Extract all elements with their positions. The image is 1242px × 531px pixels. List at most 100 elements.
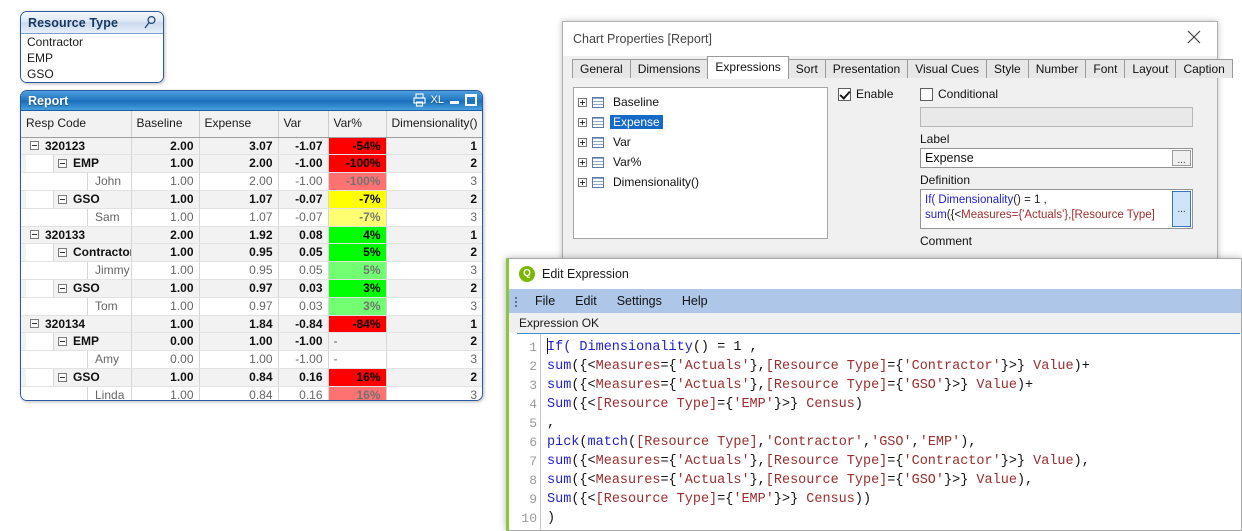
- table-row[interactable]: GSO 1.00 0.84 0.16 16% 2: [21, 368, 482, 387]
- cell-expense[interactable]: 0.97: [199, 279, 279, 298]
- table-row[interactable]: GSO 1.00 0.97 0.03 3% 2: [21, 279, 482, 298]
- tab-expressions[interactable]: Expressions: [707, 56, 789, 79]
- cell-var[interactable]: -0.84: [278, 315, 329, 333]
- cell-resp-code[interactable]: EMP: [21, 332, 132, 351]
- cell-dimensionality[interactable]: 2: [386, 332, 482, 351]
- table-row[interactable]: GSO 1.00 1.07 -0.07 -7% 2: [21, 190, 482, 209]
- col-expense[interactable]: Expense: [199, 111, 279, 138]
- tab-general[interactable]: General: [572, 59, 631, 78]
- print-icon[interactable]: [412, 93, 426, 107]
- cell-dimensionality[interactable]: 3: [386, 172, 482, 191]
- cell-expense[interactable]: 1.07: [199, 208, 279, 227]
- cell-resp-code[interactable]: GSO: [21, 368, 132, 387]
- collapse-icon[interactable]: [58, 336, 67, 346]
- cell-var-pct[interactable]: -100%: [328, 154, 387, 173]
- menu-help[interactable]: Help: [672, 289, 718, 313]
- expression-tree-item[interactable]: Baseline: [578, 92, 825, 112]
- cell-resp-code[interactable]: 320133: [21, 226, 132, 244]
- cell-resp-code[interactable]: Linda: [21, 386, 132, 400]
- chart-properties-dialog[interactable]: Chart Properties [Report] General Dimensi…: [562, 21, 1233, 267]
- cell-var-pct[interactable]: 16%: [328, 368, 387, 387]
- cell-var-pct[interactable]: 4%: [328, 226, 387, 244]
- table-row[interactable]: 320134 1.00 1.84 -0.84 -84% 1: [21, 315, 482, 333]
- maximize-icon[interactable]: [465, 94, 477, 106]
- cell-expense[interactable]: 0.95: [199, 243, 279, 262]
- expression-tree-item[interactable]: Dimensionality(): [578, 172, 825, 192]
- collapse-icon[interactable]: [30, 230, 39, 239]
- definition-ellipsis-button[interactable]: ...: [1172, 191, 1191, 227]
- cell-var-pct[interactable]: -84%: [328, 315, 387, 333]
- resource-type-listbox[interactable]: Resource Type Contractor EMP GSO: [20, 11, 164, 83]
- tab-visual-cues[interactable]: Visual Cues: [907, 59, 988, 78]
- cell-expense[interactable]: 0.97: [199, 297, 279, 316]
- cell-expense[interactable]: 0.84: [199, 368, 279, 387]
- cell-dimensionality[interactable]: 3: [386, 261, 482, 280]
- cell-baseline[interactable]: 1.00: [131, 279, 200, 298]
- col-baseline[interactable]: Baseline: [131, 111, 200, 138]
- cell-dimensionality[interactable]: 3: [386, 350, 482, 369]
- expression-tree-item[interactable]: Var%: [578, 152, 825, 172]
- cell-resp-code[interactable]: GSO: [21, 190, 132, 209]
- cell-expense[interactable]: 1.92: [199, 226, 279, 244]
- cell-dimensionality[interactable]: 3: [386, 297, 482, 316]
- conditional-input[interactable]: [920, 107, 1193, 127]
- expand-icon[interactable]: [578, 177, 587, 187]
- cell-dimensionality[interactable]: 2: [386, 243, 482, 262]
- tab-dimensions[interactable]: Dimensions: [629, 59, 709, 78]
- cell-resp-code[interactable]: Sam: [21, 208, 132, 227]
- cell-var[interactable]: -1.00: [278, 350, 329, 369]
- conditional-checkbox-wrap[interactable]: Conditional: [920, 87, 998, 101]
- table-row[interactable]: Jimmy 1.00 0.95 0.05 5% 3: [21, 261, 482, 280]
- expand-icon[interactable]: [578, 97, 587, 107]
- expressions-tree[interactable]: Baseline Expense Var Var% Dimensionality(): [573, 87, 828, 239]
- menu-edit[interactable]: Edit: [565, 289, 607, 313]
- cell-dimensionality[interactable]: 2: [386, 154, 482, 173]
- expression-tree-item[interactable]: Var: [578, 132, 825, 152]
- code-area[interactable]: If( Dimensionality() = 1 , sum({<Measures…: [541, 334, 1240, 530]
- cell-var[interactable]: -1.07: [278, 137, 329, 155]
- list-item[interactable]: Contractor: [21, 34, 163, 50]
- cell-expense[interactable]: 0.84: [199, 386, 279, 400]
- cell-dimensionality[interactable]: 2: [386, 368, 482, 387]
- cell-resp-code[interactable]: EMP: [21, 154, 132, 173]
- menu-settings[interactable]: Settings: [607, 289, 672, 313]
- cell-resp-code[interactable]: Tom: [21, 297, 132, 316]
- cell-resp-code[interactable]: Contractor: [21, 243, 132, 262]
- table-row[interactable]: 320123 2.00 3.07 -1.07 -54% 1: [21, 137, 482, 155]
- cell-dimensionality[interactable]: 3: [386, 386, 482, 400]
- table-row[interactable]: Amy 0.00 1.00 -1.00-3: [21, 350, 482, 369]
- list-item[interactable]: GSO: [21, 66, 163, 82]
- cell-baseline[interactable]: 1.00: [131, 261, 200, 280]
- cell-resp-code[interactable]: Amy: [21, 350, 132, 369]
- cell-var-pct[interactable]: 5%: [328, 261, 387, 280]
- cell-var[interactable]: 0.16: [278, 386, 329, 400]
- cell-dimensionality[interactable]: 1: [386, 137, 482, 155]
- tab-number[interactable]: Number: [1027, 59, 1087, 78]
- cell-var-pct[interactable]: -100%: [328, 172, 387, 191]
- tab-presentation[interactable]: Presentation: [824, 59, 909, 78]
- cell-baseline[interactable]: 1.00: [131, 208, 200, 227]
- cell-var-pct[interactable]: -54%: [328, 137, 387, 155]
- table-row[interactable]: EMP 0.00 1.00 -1.00-2: [21, 332, 482, 351]
- expand-icon[interactable]: [578, 157, 587, 167]
- collapse-icon[interactable]: [58, 158, 67, 168]
- cell-expense[interactable]: 3.07: [199, 137, 279, 155]
- table-row[interactable]: EMP 1.00 2.00 -1.00 -100% 2: [21, 154, 482, 173]
- collapse-icon[interactable]: [58, 247, 67, 257]
- cell-var-pct[interactable]: -7%: [328, 190, 387, 209]
- tab-caption[interactable]: Caption: [1175, 59, 1233, 78]
- cell-baseline[interactable]: 1.00: [131, 315, 200, 333]
- cell-var[interactable]: 0.05: [278, 261, 329, 280]
- cell-var-pct[interactable]: 3%: [328, 297, 387, 316]
- menu-grip-icon[interactable]: [515, 295, 518, 308]
- tab-layout[interactable]: Layout: [1124, 59, 1177, 78]
- cell-baseline[interactable]: 1.00: [131, 172, 200, 191]
- cell-var-pct[interactable]: 5%: [328, 243, 387, 262]
- cell-var[interactable]: -1.00: [278, 172, 329, 191]
- cell-var[interactable]: -1.00: [278, 332, 329, 351]
- conditional-checkbox[interactable]: [920, 88, 933, 101]
- label-ellipsis-button[interactable]: ...: [1172, 150, 1191, 166]
- enable-checkbox[interactable]: [838, 88, 851, 101]
- cell-expense[interactable]: 1.07: [199, 190, 279, 209]
- cell-baseline[interactable]: 1.00: [131, 368, 200, 387]
